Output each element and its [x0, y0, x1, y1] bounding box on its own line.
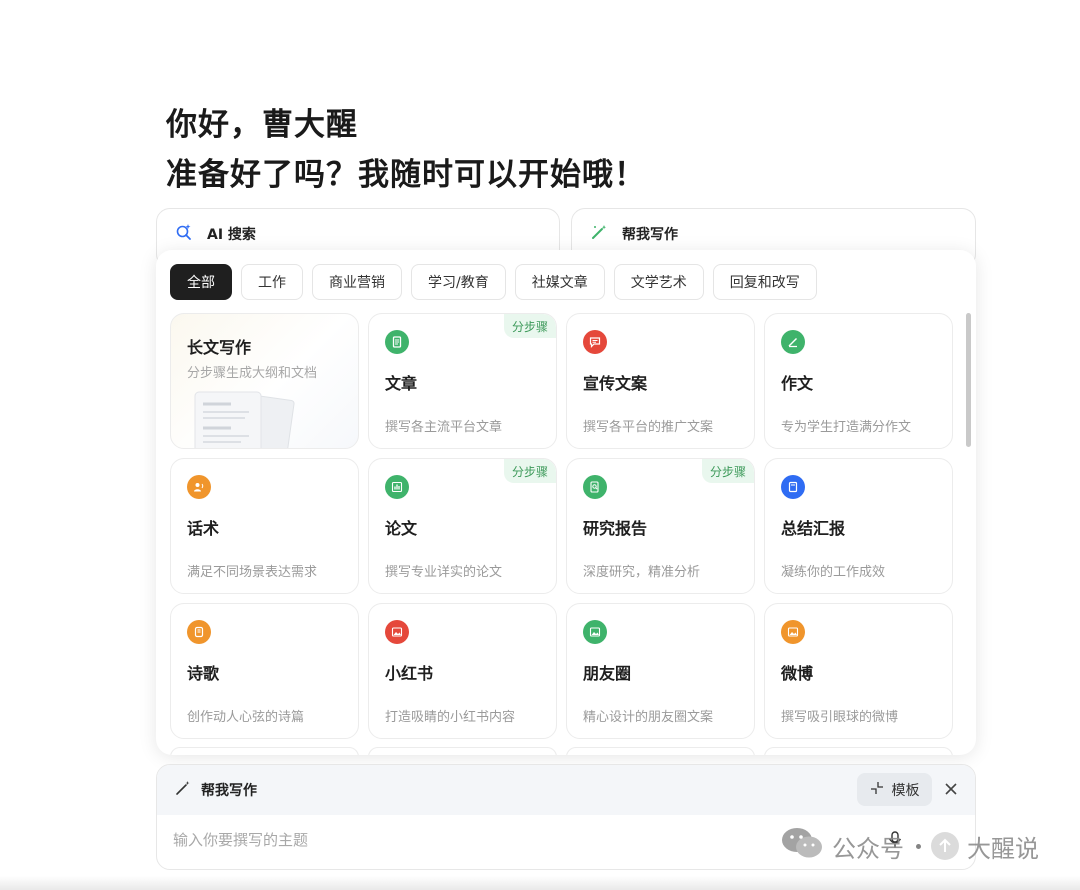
card-long-form-writing[interactable]: 长文写作 分步骤生成大纲和文档 [170, 313, 359, 449]
book-icon [781, 475, 805, 499]
card-speech-script[interactable]: 话术 满足不同场景表达需求 [170, 458, 359, 594]
scroll-icon [187, 620, 211, 644]
help-write-label: 帮我写作 [622, 227, 678, 243]
watermark-left-text: 公众号 [832, 834, 904, 863]
tab-literature-art[interactable]: 文学艺术 [613, 264, 704, 300]
template-grid: 长文写作 分步骤生成大纲和文档 分步骤 文章 撰写各主流平台文章 宣传文案 撰写… [170, 313, 953, 739]
collapse-icon [870, 781, 884, 799]
card-title: 总结汇报 [781, 519, 846, 538]
template-label: 模板 [891, 782, 920, 799]
card-desc: 满足不同场景表达需求 [187, 565, 318, 580]
documents-illustration-icon [191, 384, 301, 448]
card-desc: 撰写各平台的推广文案 [583, 420, 714, 435]
card-desc: 凝练你的工作成效 [781, 565, 886, 580]
next-row-partial [170, 747, 962, 755]
card-desc: 精心设计的朋友圈文案 [583, 710, 714, 725]
card-partial[interactable] [566, 747, 755, 755]
person-speaking-icon [187, 475, 211, 499]
template-button[interactable]: 模板 [857, 773, 932, 806]
writing-template-panel: 全部 工作 商业营销 学习/教育 社媒文章 文学艺术 回复和改写 长文写作 分步… [156, 250, 976, 755]
document-icon [385, 330, 409, 354]
greeting: 你好，曹大醒 准备好了吗？我随时可以开始哦！ [166, 100, 646, 200]
card-title: 宣传文案 [583, 374, 648, 393]
panel-scrollbar[interactable] [966, 313, 971, 447]
watermark: 公众号 大醒说 [780, 826, 1039, 866]
bottom-fade [0, 876, 1080, 890]
tab-social-media[interactable]: 社媒文章 [514, 264, 605, 300]
report-search-icon [583, 475, 607, 499]
card-desc: 撰写各主流平台文章 [385, 420, 503, 435]
card-summary-report[interactable]: 总结汇报 凝练你的工作成效 [764, 458, 953, 594]
card-partial[interactable] [170, 747, 359, 755]
card-desc: 分步骤生成大纲和文档 [187, 366, 318, 381]
step-by-step-badge: 分步骤 [701, 459, 754, 483]
card-title: 研究报告 [583, 519, 648, 538]
greeting-line-1: 你好，曹大醒 [166, 107, 358, 143]
card-title: 文章 [385, 374, 418, 393]
card-article[interactable]: 分步骤 文章 撰写各主流平台文章 [368, 313, 557, 449]
watermark-right-text: 大醒说 [967, 834, 1039, 863]
card-partial[interactable] [368, 747, 557, 755]
card-poetry[interactable]: 诗歌 创作动人心弦的诗篇 [170, 603, 359, 739]
card-title: 微博 [781, 664, 814, 683]
card-title: 作文 [781, 374, 814, 393]
composer-header: 帮我写作 [157, 765, 975, 815]
card-desc: 打造吸睛的小红书内容 [385, 710, 516, 725]
card-title: 诗歌 [187, 664, 220, 683]
pencil-icon [781, 330, 805, 354]
tab-marketing[interactable]: 商业营销 [312, 264, 402, 300]
card-desc: 深度研究，精准分析 [583, 565, 701, 580]
card-desc: 撰写吸引眼球的微博 [781, 710, 899, 725]
card-title: 朋友圈 [583, 664, 632, 683]
tab-work[interactable]: 工作 [241, 264, 303, 300]
card-desc: 撰写专业详实的论文 [385, 565, 503, 580]
card-essay[interactable]: 作文 专为学生打造满分作文 [764, 313, 953, 449]
image-icon [385, 620, 409, 644]
close-icon[interactable] [942, 780, 960, 798]
magic-pen-icon [590, 223, 608, 245]
card-title: 论文 [385, 519, 418, 538]
search-sparkle-icon [175, 223, 193, 245]
card-moments[interactable]: 朋友圈 精心设计的朋友圈文案 [566, 603, 755, 739]
step-by-step-badge: 分步骤 [503, 459, 556, 483]
card-xiaohongshu[interactable]: 小红书 打造吸睛的小红书内容 [368, 603, 557, 739]
bar-chart-icon [385, 475, 409, 499]
tab-all[interactable]: 全部 [170, 264, 232, 300]
card-partial[interactable] [764, 747, 953, 755]
composer-mode-label: 帮我写作 [201, 783, 257, 799]
card-title: 小红书 [385, 664, 434, 683]
tab-education[interactable]: 学习/教育 [411, 264, 506, 300]
step-by-step-badge: 分步骤 [503, 314, 556, 338]
image-icon [583, 620, 607, 644]
magic-pen-icon [175, 780, 191, 800]
card-research-report[interactable]: 分步骤 研究报告 深度研究，精准分析 [566, 458, 755, 594]
card-thesis[interactable]: 分步骤 论文 撰写专业详实的论文 [368, 458, 557, 594]
ai-search-label: AI 搜索 [207, 227, 256, 243]
wechat-logo-icon [780, 826, 824, 866]
topic-input[interactable] [173, 831, 873, 849]
speech-bubble-icon [583, 330, 607, 354]
card-desc: 专为学生打造满分作文 [781, 420, 912, 435]
tab-reply-rewrite[interactable]: 回复和改写 [712, 264, 817, 300]
category-tabs: 全部 工作 商业营销 学习/教育 社媒文章 文学艺术 回复和改写 [170, 264, 826, 300]
card-desc: 创作动人心弦的诗篇 [187, 710, 305, 725]
card-title: 话术 [187, 519, 220, 538]
card-weibo[interactable]: 微博 撰写吸引眼球的微博 [764, 603, 953, 739]
card-title: 长文写作 [187, 338, 252, 357]
image-icon [781, 620, 805, 644]
send-arrow-icon[interactable] [931, 832, 959, 860]
greeting-line-2: 准备好了吗？我随时可以开始哦！ [166, 157, 646, 193]
separator-dot [916, 843, 921, 849]
card-promo-copy[interactable]: 宣传文案 撰写各平台的推广文案 [566, 313, 755, 449]
